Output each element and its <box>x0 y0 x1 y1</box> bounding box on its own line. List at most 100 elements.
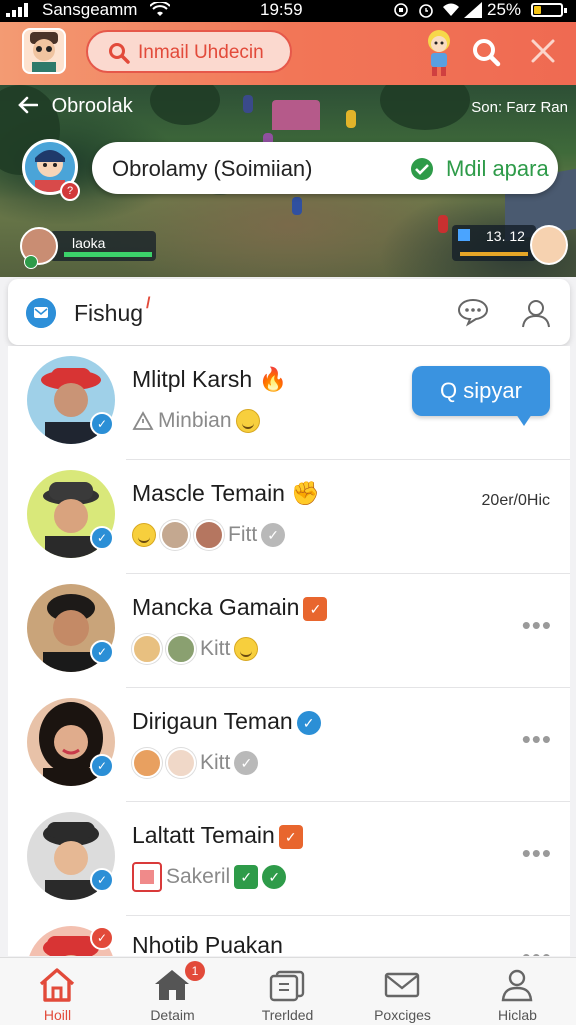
verified-badge: ✓ <box>90 754 114 778</box>
contact-name: Mascle Temain ✊ <box>132 480 321 506</box>
contact-status: Kitt ✓ <box>132 748 259 778</box>
contact-name: Mlitpl Karsh 🔥 <box>132 366 288 392</box>
contact-name: Laltatt Temain ✓ <box>132 822 303 849</box>
message-app-icon <box>26 298 56 328</box>
notification-badge: 1 <box>185 961 205 981</box>
back-button[interactable]: Obroolak <box>18 95 133 118</box>
cell-signal-icon <box>464 2 482 18</box>
contact-status: Sakeril ✓ ✓ <box>132 862 287 892</box>
signal-icon <box>6 3 32 17</box>
mini-avatar <box>160 520 190 550</box>
green-check-icon: ✓ <box>262 865 287 889</box>
shield-icon <box>458 229 470 241</box>
more-options-icon[interactable]: ••• <box>522 724 552 755</box>
green-check-square-icon: ✓ <box>234 865 259 889</box>
game-hut <box>272 100 320 130</box>
list-item[interactable]: ✓ Dirigaun Teman ✓ Kitt ✓ ••• <box>8 688 570 802</box>
nav-detaim[interactable]: 1 Detaim <box>115 958 230 1025</box>
hands-icon: ✊ <box>291 480 321 506</box>
back-label: Obroolak <box>51 95 133 117</box>
store-icon <box>132 862 162 892</box>
score-panel: 13. 12 <box>452 225 536 261</box>
orange-check-badge: ✓ <box>278 824 303 849</box>
contact-name: Dirigaun Teman ✓ <box>132 708 321 735</box>
list-item[interactable]: ✓ Mancka Gamain ✓ Kitt ••• <box>8 574 570 688</box>
score-bar <box>460 252 528 256</box>
app-header: Inmail Uhdecin <box>0 22 576 85</box>
verified-badge: ✓ <box>90 412 114 436</box>
user-icon[interactable] <box>520 297 552 329</box>
nav-home[interactable]: Hoill <box>0 958 115 1025</box>
section-header: Fishug / <box>8 279 570 345</box>
alert-badge: ✓ <box>90 926 114 950</box>
nav-poxciges[interactable]: Poxciges <box>345 958 460 1025</box>
reply-button[interactable]: Q sipyar <box>412 366 550 426</box>
contact-list: ✓ Mlitpl Karsh 🔥 Minbian Q sipyar ✓ Masc… <box>8 346 570 956</box>
online-dot <box>24 255 38 269</box>
list-item[interactable]: ✓ Mlitpl Karsh 🔥 Minbian Q sipyar <box>8 346 570 460</box>
mini-avatar <box>132 634 162 664</box>
mini-avatar <box>166 748 196 778</box>
mini-avatar <box>194 520 224 550</box>
game-banner[interactable]: Obroolak Son: Farz Ran ? Obrolamy (Soimi… <box>0 85 576 277</box>
blue-check-badge: ✓ <box>296 710 321 735</box>
search-icon[interactable] <box>470 36 502 68</box>
smile-emoji-icon <box>235 409 260 433</box>
search-icon <box>109 43 130 64</box>
more-options-icon[interactable]: ••• <box>522 838 552 869</box>
verified-badge: ✓ <box>90 868 114 892</box>
more-options-icon[interactable]: ••• <box>522 610 552 641</box>
health-bar <box>64 252 152 257</box>
chat-bubble-icon[interactable] <box>456 297 490 327</box>
nav-hiclab[interactable]: Hiclab <box>460 958 575 1025</box>
left-player-card: laoka <box>20 227 160 269</box>
carrier-name: Sansgeamm <box>42 0 138 19</box>
orange-check-badge: ✓ <box>303 596 328 621</box>
cards-icon <box>269 970 305 1002</box>
check-icon: ✓ <box>261 523 286 547</box>
contact-name: Mancka Gamain ✓ <box>132 594 328 621</box>
verified-badge: ✓ <box>90 526 114 550</box>
fire-icon: 🔥 <box>258 366 288 392</box>
topic-pill[interactable]: Obrolamy (Soimiian) Mdil apara <box>92 142 558 194</box>
verified-badge: ✓ <box>90 640 114 664</box>
list-item[interactable]: ✓ Mascle Temain ✊ Fitt ✓ 20er/0Hic <box>8 460 570 574</box>
contact-status: Fitt ✓ <box>132 520 286 550</box>
back-arrow-icon <box>18 96 39 114</box>
mail-icon <box>384 972 420 998</box>
bottom-nav: Hoill 1 Detaim Trerlded Poxciges Hiclab <box>0 957 576 1025</box>
smile-emoji-icon <box>234 637 259 661</box>
lock-rotation-icon <box>394 3 408 17</box>
search-bar[interactable]: Inmail Uhdecin <box>86 30 292 73</box>
contact-status: Minbian <box>132 406 260 436</box>
clock: 19:59 <box>260 0 303 19</box>
game-info: Son: Farz Ran <box>471 99 568 116</box>
warning-icon <box>132 411 154 430</box>
mini-avatar <box>132 748 162 778</box>
more-options-icon[interactable]: ••• <box>522 942 552 956</box>
right-player-avatar <box>530 225 568 265</box>
alarm-icon <box>419 4 433 18</box>
nav-trerlded[interactable]: Trerlded <box>230 958 345 1025</box>
score-value: 13. 12 <box>486 228 525 244</box>
left-player-name: laoka <box>72 235 106 251</box>
status-bar: Sansgeamm 19:59 25% <box>0 0 576 22</box>
topic-status: Mdil apara <box>446 156 549 181</box>
battery-icon <box>531 3 563 17</box>
close-icon[interactable] <box>528 36 558 66</box>
battery-percent: 25% <box>487 0 522 19</box>
person-icon <box>501 969 533 1002</box>
topic-title: Obrolamy (Soimiian) <box>112 156 313 181</box>
home-icon <box>39 968 75 1002</box>
check-circle-icon <box>411 158 433 180</box>
search-text: Inmail Uhdecin <box>138 42 264 63</box>
message-time: 20er/0Hic <box>481 492 550 509</box>
user-avatar[interactable] <box>22 28 66 74</box>
mascot-icon[interactable] <box>421 28 457 78</box>
smile-emoji-icon <box>132 523 156 547</box>
list-item[interactable]: ✓ Nhotib Puakan ••• <box>8 916 570 956</box>
edit-mark-icon: / <box>146 295 151 312</box>
list-item[interactable]: ✓ Laltatt Temain ✓ Sakeril ✓ ✓ ••• <box>8 802 570 916</box>
mini-avatar <box>166 634 196 664</box>
alert-badge: ? <box>60 181 80 201</box>
